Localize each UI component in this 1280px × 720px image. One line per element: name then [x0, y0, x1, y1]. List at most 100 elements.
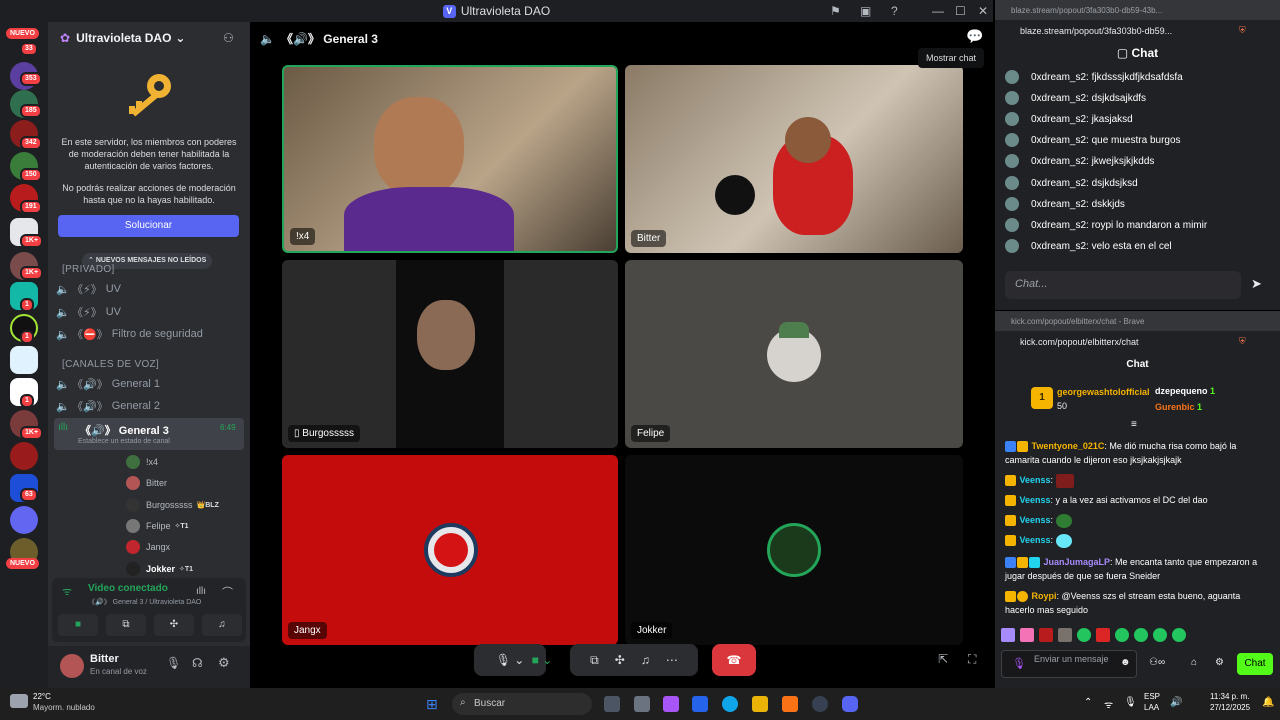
channel-filtro-seguridad[interactable]: 🔈 《⛔》 Filtro de seguridad: [56, 324, 242, 344]
chat-username[interactable]: Veenss: [1020, 535, 1051, 545]
fix-button[interactable]: Solucionar: [58, 215, 239, 237]
voice-user[interactable]: Jangx: [126, 540, 170, 554]
server-icon[interactable]: [10, 506, 38, 534]
emote-icon[interactable]: [1077, 628, 1091, 642]
maximize-icon[interactable]: ☐: [955, 4, 966, 18]
close-icon[interactable]: ✕: [978, 4, 988, 18]
emote-icon[interactable]: [1115, 628, 1129, 642]
chat-username[interactable]: Twentyone_021C: [1032, 441, 1105, 451]
brave-icon[interactable]: [782, 696, 798, 712]
voice-user[interactable]: Bitter▶: [126, 476, 282, 490]
expand-icon[interactable]: ≡: [1131, 419, 1137, 430]
emote-icon[interactable]: [1001, 628, 1015, 642]
widgets-icon[interactable]: [634, 696, 650, 712]
gifter-3[interactable]: Gurenbic 1: [1155, 402, 1202, 412]
show-chat-icon[interactable]: 💬: [966, 28, 983, 45]
disconnect-icon[interactable]: ⌒: [222, 584, 233, 600]
wifi-icon[interactable]: ᯤ: [1104, 697, 1113, 711]
microphone-icon[interactable]: 🎙: [1124, 697, 1137, 708]
emote-icon[interactable]: [1058, 628, 1072, 642]
start-icon[interactable]: ⊞: [426, 696, 438, 713]
server-header[interactable]: ✿ Ultravioleta DAO ⌄ ⚇: [48, 22, 250, 54]
lang-layout[interactable]: LAA: [1144, 703, 1159, 712]
send-chat-button[interactable]: Chat: [1237, 653, 1273, 675]
headphones-icon[interactable]: ☊: [192, 656, 203, 670]
settings-gear-icon[interactable]: ⚙: [1215, 657, 1224, 668]
chat-username[interactable]: Roypi: [1032, 591, 1057, 601]
tray-chevron-icon[interactable]: ⌃: [1084, 697, 1092, 708]
video-tile[interactable]: !x4: [282, 65, 618, 253]
avatar[interactable]: [60, 654, 84, 678]
weather-desc[interactable]: Mayorm. nublado: [33, 703, 95, 712]
store-icon[interactable]: ⌂: [1191, 657, 1197, 668]
chat-username[interactable]: Veenss: [1020, 515, 1051, 525]
voice-user[interactable]: Felipe ✧T1: [126, 519, 189, 533]
chat-username[interactable]: JuanJumagaLP: [1044, 557, 1111, 567]
channel-uv-1[interactable]: 🔈 《⚡》 UV: [56, 279, 242, 299]
channel-uv-2[interactable]: 🔈 《⚡》 UV: [56, 302, 242, 322]
leave-call-button[interactable]: ☎: [712, 644, 756, 676]
voice-user[interactable]: !x4▶: [126, 455, 282, 469]
camera-button[interactable]: ■: [58, 614, 98, 636]
screenshare-button[interactable]: ⧉: [106, 614, 146, 636]
soundboard-button[interactable]: ♫: [202, 614, 242, 636]
obs-icon[interactable]: [812, 696, 828, 712]
video-tile[interactable]: Jokker: [625, 455, 963, 645]
taskbar-search[interactable]: ⌕ Buscar: [452, 693, 592, 715]
send-icon[interactable]: ➤: [1251, 276, 1262, 292]
emote-icon[interactable]: [1039, 628, 1053, 642]
video-tile[interactable]: Bitter: [625, 65, 963, 253]
help-icon[interactable]: ?: [891, 4, 898, 18]
volume-icon[interactable]: 🔊: [1170, 697, 1182, 708]
channel-general-1[interactable]: 🔈 《🔊》 General 1: [56, 374, 242, 394]
blaze-chat-input[interactable]: Chat...: [1005, 271, 1241, 299]
emote-icon[interactable]: [1096, 628, 1110, 642]
copilot-icon[interactable]: [663, 696, 679, 712]
top-gifter-name[interactable]: georgewashtolofficial: [1057, 387, 1150, 397]
add-member-icon[interactable]: ⚇: [223, 31, 234, 45]
address-bar[interactable]: kick.com/popout/elbitterx/chat ⛨: [995, 331, 1280, 353]
video-tile[interactable]: Jangx: [282, 455, 618, 645]
gifter-2[interactable]: dzepequeno 1: [1155, 386, 1215, 396]
noise-suppression-icon[interactable]: ıllı: [196, 586, 206, 597]
channel-general-2[interactable]: 🔈 《🔊》 General 2: [56, 396, 242, 416]
emote-icon[interactable]: [1172, 628, 1186, 642]
address-bar[interactable]: blaze.stream/popout/3fa303b0-db59... ⛨: [995, 20, 1280, 42]
users-icon[interactable]: ⚇∞: [1149, 657, 1165, 668]
popout-icon[interactable]: ⇱: [938, 652, 948, 666]
brave-shield-icon[interactable]: ⛨: [1239, 25, 1246, 36]
camera-toggle-button[interactable]: ■ ⌄: [522, 644, 562, 676]
chat-username[interactable]: Veenss: [1020, 495, 1051, 505]
settings-gear-icon[interactable]: ⚙: [218, 655, 230, 671]
category-voice[interactable]: [CANALES DE VOZ]: [62, 359, 159, 370]
store-icon[interactable]: [692, 696, 708, 712]
flag-icon[interactable]: ⚑: [830, 4, 841, 18]
notification-icon[interactable]: 🔔: [1262, 697, 1274, 708]
video-tile[interactable]: ▯ Burgosssss: [282, 260, 618, 448]
lang-code[interactable]: ESP: [1144, 692, 1160, 701]
fullscreen-icon[interactable]: ⛶: [968, 652, 976, 667]
screenshare-icon[interactable]: ⧉: [590, 653, 599, 668]
clock-date[interactable]: 27/12/2025: [1210, 703, 1250, 712]
task-view-icon[interactable]: [604, 696, 620, 712]
voice-user[interactable]: Burgosssss👑BLZ▶: [126, 498, 282, 512]
minimize-icon[interactable]: —: [932, 4, 944, 18]
inbox-icon[interactable]: ▣: [860, 4, 871, 18]
emote-icon[interactable]: [1153, 628, 1167, 642]
microphone-icon[interactable]: 🎙: [1012, 657, 1026, 670]
discord-icon[interactable]: [842, 696, 858, 712]
channel-general-3-active[interactable]: ıllı 《🔊》 General 3 6:49 Establece un est…: [54, 418, 244, 450]
server-icon[interactable]: [10, 346, 38, 374]
category-private[interactable]: [PRIVADO]: [62, 264, 115, 275]
edge-icon[interactable]: [722, 696, 738, 712]
activities-icon[interactable]: ✣: [615, 653, 625, 667]
weather-temp[interactable]: 22°C: [33, 692, 51, 701]
chat-username[interactable]: Veenss: [1020, 475, 1051, 485]
clock-time[interactable]: 11:34 p. m.: [1210, 692, 1249, 701]
kick-chat-input[interactable]: 🎙 Enviar un mensaje ☻: [1001, 650, 1137, 678]
emoji-icon[interactable]: ☻: [1120, 657, 1131, 668]
activities-button[interactable]: ✣: [154, 614, 194, 636]
emote-icon[interactable]: [1020, 628, 1034, 642]
voice-user[interactable]: Jokker ✧T1: [126, 562, 193, 576]
soundboard-icon[interactable]: ♫: [641, 653, 650, 667]
